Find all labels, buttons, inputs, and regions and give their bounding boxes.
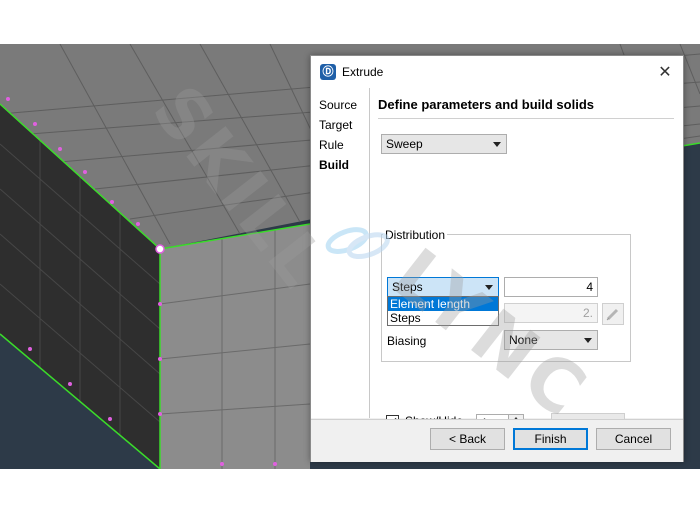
- option-element-length[interactable]: Element length: [388, 297, 498, 311]
- method-select-value: Sweep: [386, 137, 423, 151]
- option-steps[interactable]: Steps: [388, 311, 498, 325]
- nav-item-target[interactable]: Target: [319, 118, 352, 132]
- build-panel: Define parameters and build solids Sweep…: [370, 88, 683, 435]
- distribution-type-value: Steps: [392, 280, 423, 294]
- method-select[interactable]: Sweep: [381, 134, 507, 154]
- biasing-select-value: None: [509, 333, 538, 347]
- panel-heading: Define parameters and build solids: [378, 97, 594, 112]
- chevron-down-icon: [584, 338, 592, 343]
- close-icon[interactable]: ✕: [653, 60, 677, 84]
- dialog-titlebar[interactable]: Ⓓ Extrude ✕: [311, 56, 683, 88]
- dialog-title: Extrude: [342, 65, 384, 79]
- nav-item-build[interactable]: Build: [319, 158, 349, 172]
- distribution-type-options: Element length Steps: [387, 296, 499, 326]
- wizard-steps-nav: Source Target Rule Build: [311, 88, 370, 418]
- nav-item-source[interactable]: Source: [319, 98, 357, 112]
- chevron-down-icon: [485, 285, 493, 290]
- chevron-down-icon: [493, 142, 501, 147]
- distribution-group-label: Distribution: [383, 228, 448, 242]
- element-length-input[interactable]: 2.: [504, 303, 598, 323]
- biasing-label: Biasing: [387, 334, 427, 348]
- steps-input[interactable]: 4: [504, 277, 598, 297]
- back-button[interactable]: < Back: [430, 428, 505, 450]
- nav-item-rule[interactable]: Rule: [319, 138, 344, 152]
- selected-node: [155, 244, 165, 254]
- extrude-dialog: Ⓓ Extrude ✕ Source Target Rule Build Def…: [310, 55, 684, 462]
- finish-button[interactable]: Finish: [513, 428, 588, 450]
- cancel-button[interactable]: Cancel: [596, 428, 671, 450]
- dialog-footer: < Back Finish Cancel: [311, 419, 683, 462]
- heading-divider: [378, 118, 674, 119]
- distribution-type-select[interactable]: Steps: [387, 277, 499, 297]
- pencil-icon: [606, 308, 619, 321]
- app-logo-icon: Ⓓ: [320, 64, 336, 80]
- edit-pencil-button[interactable]: [602, 303, 624, 325]
- biasing-select[interactable]: None: [504, 330, 598, 350]
